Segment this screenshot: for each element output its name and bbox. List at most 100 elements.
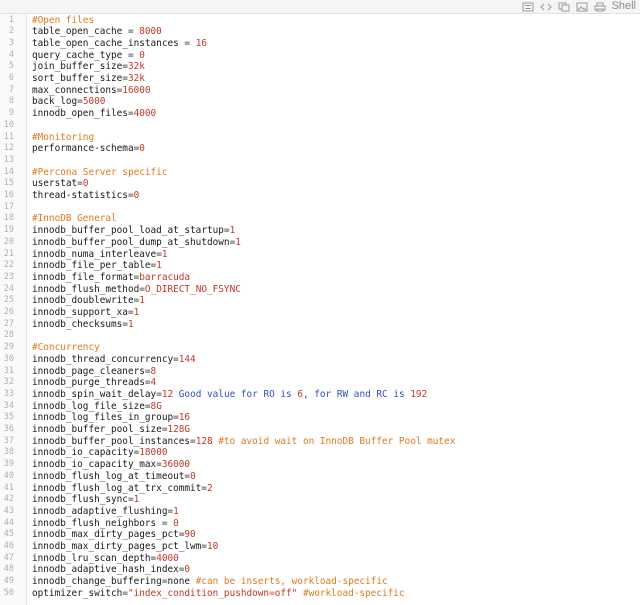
code-key: optimizer_switch [32,587,123,599]
code-value: 12 [161,388,174,400]
code-key: innodb_adaptive_hash_index [32,564,179,576]
line-number: 6 [8,73,14,83]
code-line: 7 max_connections=16000 [0,85,640,97]
line-number: 16 [3,190,14,200]
code-line: 9 innodb_open_files=4000 [0,108,640,120]
code-token: RW [336,388,349,400]
code-line: 32 innodb_purge_threads=4 [0,377,640,389]
line-number: 40 [3,470,14,481]
line-number: 28 [3,330,14,341]
code-key: innodb_change_buffering [32,576,162,588]
code-text: innodb_change_buffering=none #can be ins… [32,576,388,588]
code-value: 90 [184,529,196,541]
code-token: = [178,37,196,49]
code-key: innodb_flush_neighbors [32,517,157,529]
line-number: 15 [3,178,14,189]
code-key: innodb_log_file_size [32,400,145,412]
code-value: 128 [195,435,213,447]
line-number: 32 [3,377,14,388]
code-key: innodb_numa_interleave [32,248,157,260]
line-number: 27 [3,318,14,329]
code-line: 40 innodb_flush_log_at_timeout=0 [0,471,640,483]
list-view-icon[interactable] [522,2,534,12]
code-text: table_open_cache_instances = 16 [32,38,207,50]
line-number: 14 [3,166,14,177]
code-text: #Concurrency [32,342,100,354]
code-value: 1 [161,248,168,260]
code-key: innodb_page_cleaners [32,365,145,377]
line-number: 29 [3,342,14,353]
line-number: 3 [8,37,14,48]
code-text: sort_buffer_size=32k [32,73,145,85]
code-line: 35 innodb_log_files_in_group=16 [0,412,640,424]
code-line: 41 innodb_flush_log_at_trx_commit=2 [0,483,640,495]
code-value: barracuda [139,271,191,283]
code-text: innodb_checksums=1 [32,319,134,331]
shell-language-button[interactable]: Shell [612,0,636,13]
line-number: 34 [3,400,14,411]
code-line: 15 userstat=0 [0,178,640,190]
code-line: 21 innodb_numa_interleave=1 [0,249,640,261]
code-text: innodb_file_per_table=1 [32,260,162,272]
code-line: 39 innodb_io_capacity_max=36000 [0,459,640,471]
code-value: 1 [133,494,140,506]
line-number: 48 [3,564,14,575]
code-key: userstat [32,178,78,190]
code-line: 3 table_open_cache_instances = 16 [0,38,640,50]
code-key: innodb_buffer_pool_instances [32,435,191,447]
code-comment: #Monitoring [32,131,95,143]
code-editor[interactable]: 1 #Open files 2 table_open_cache = 8000 3 tab… [0,14,640,605]
code-text: innodb_buffer_pool_load_at_startup=1 [32,225,235,237]
code-text: table_open_cache = 8000 [32,26,162,38]
code-line: 25 innodb_doublewrite=1 [0,295,640,307]
code-comment: #InnoDB General [32,213,117,225]
code-line: 46 innodb_max_dirty_pages_pct_lwm=10 [0,541,640,553]
code-value: 0 [139,49,145,61]
code-token: , for [302,388,337,400]
code-token: = [122,49,140,61]
code-line: 38 innodb_io_capacity=18000 [0,447,640,459]
code-text: innodb_log_file_size=8G [32,401,162,413]
code-line: 23 innodb_file_format=barracuda [0,272,640,284]
line-number: 35 [3,412,14,423]
code-key: innodb_purge_threads [32,377,145,389]
code-comment: #to avoid wait on InnoDB Buffer Pool mut… [212,435,456,447]
code-value: 32k [127,61,145,73]
code-text: innodb_flush_neighbors = 0 [32,518,179,530]
code-text: thread-statistics=0 [32,190,139,202]
code-token: is [387,388,411,400]
code-line: 5 join_buffer_size=32k [0,61,640,73]
code-value: 1 [139,295,145,307]
code-value: 18000 [139,447,168,459]
code-key: innodb_lru_scan_depth [32,552,151,564]
code-comment: #Percona Server specific [32,166,168,178]
print-icon[interactable] [594,2,606,12]
image-icon[interactable] [576,2,588,12]
code-text: innodb_flush_sync=1 [32,494,139,506]
code-value: 16 [195,37,207,49]
code-text: innodb_doublewrite=1 [32,295,145,307]
code-value: 4000 [156,552,179,564]
line-number: 30 [3,353,14,364]
code-value: 144 [178,353,196,365]
code-key: back_log [32,96,78,108]
code-view-icon[interactable] [539,2,552,12]
line-number: 50 [3,587,14,598]
code-key: innodb_flush_method [32,283,140,295]
code-line: 50 optimizer_switch="index_condition_push… [0,588,640,600]
code-text: innodb_page_cleaners=8 [32,366,156,378]
code-key: none [167,576,191,588]
code-value: 192 [410,388,428,400]
code-text: #Percona Server specific [32,167,167,179]
code-value: 5000 [82,96,106,108]
code-key: innodb_buffer_pool_size [32,424,162,435]
line-number: 25 [3,295,14,306]
code-token: RC [376,388,388,400]
line-number: 2 [8,26,14,37]
code-line: 49 innodb_change_buffering=none #can be i… [0,576,640,588]
code-value: 1 [133,307,140,318]
copy-icon[interactable] [558,2,570,12]
code-token: Good value for [173,388,264,400]
code-text: join_buffer_size=32k [32,61,145,73]
code-text: innodb_max_dirty_pages_pct=90 [32,529,196,541]
